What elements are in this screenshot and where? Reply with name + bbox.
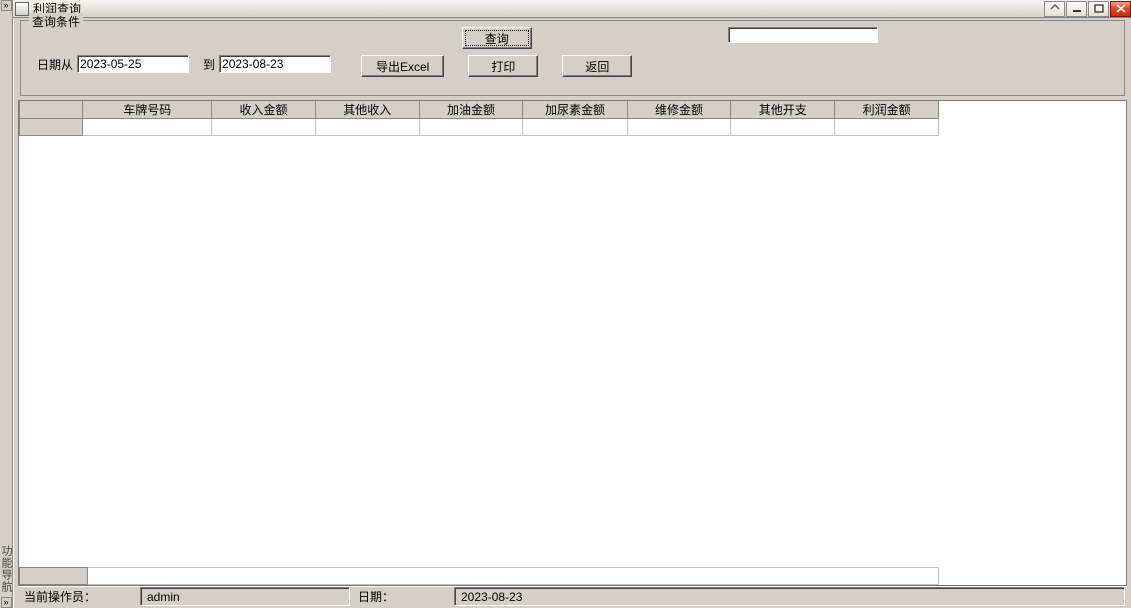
query-groupbox: 查询条件 查询 导出Excel 打印 返回 日期从 — [20, 20, 1125, 96]
col-repair[interactable]: 维修金额 — [627, 101, 731, 119]
status-bar: 当前操作员： admin 日期： 2023-08-23 — [18, 586, 1127, 606]
grid-container: 车牌号码 收入金额 其他收入 加油金额 加尿素金额 维修金额 其他开支 利润金额 — [18, 100, 1127, 586]
restore-up-button[interactable] — [1044, 1, 1065, 17]
window-icon — [15, 2, 29, 16]
row-header[interactable] — [20, 119, 83, 136]
maximize-button[interactable] — [1088, 1, 1109, 17]
col-license[interactable]: 车牌号码 — [83, 101, 212, 119]
col-fuel[interactable]: 加油金额 — [419, 101, 523, 119]
footer-row-header — [20, 568, 88, 585]
date-to-input[interactable] — [219, 55, 331, 73]
minimize-button[interactable] — [1066, 1, 1087, 17]
side-rail: » 功能导航 » — [0, 0, 13, 608]
status-operator-value: admin — [140, 587, 350, 606]
col-other-out[interactable]: 其他开支 — [731, 101, 835, 119]
col-other-in[interactable]: 其他收入 — [315, 101, 419, 119]
grid-table: 车牌号码 收入金额 其他收入 加油金额 加尿素金额 维修金额 其他开支 利润金额 — [19, 101, 939, 136]
grid-header: 车牌号码 收入金额 其他收入 加油金额 加尿素金额 维修金额 其他开支 利润金额 — [20, 101, 939, 119]
rail-label: 功能导航 — [0, 545, 14, 593]
cell[interactable] — [315, 119, 419, 136]
print-button[interactable]: 打印 — [468, 55, 538, 77]
col-profit[interactable]: 利润金额 — [835, 101, 939, 119]
date-to-label: 到 — [203, 56, 215, 73]
date-range-row: 日期从 到 — [37, 55, 331, 73]
title-bar: 利润查询 — [13, 0, 1131, 18]
footer-blank — [87, 568, 938, 585]
status-date-value: 2023-08-23 — [454, 587, 1125, 606]
cell[interactable] — [212, 119, 316, 136]
close-button[interactable] — [1110, 1, 1131, 17]
cell[interactable] — [731, 119, 835, 136]
col-income[interactable]: 收入金额 — [212, 101, 316, 119]
back-button[interactable]: 返回 — [562, 55, 632, 77]
rail-expand-bottom[interactable]: » — [1, 597, 12, 608]
cell[interactable] — [419, 119, 523, 136]
status-date-label: 日期： — [352, 587, 452, 606]
app-root: » 功能导航 » 利润查询 查询条件 — [0, 0, 1131, 608]
table-row[interactable] — [20, 119, 939, 136]
client-area: 查询条件 查询 导出Excel 打印 返回 日期从 — [13, 18, 1131, 608]
rail-expand-top[interactable]: » — [1, 0, 12, 11]
grid-corner — [20, 101, 83, 119]
grid-body — [20, 119, 939, 136]
export-excel-button[interactable]: 导出Excel — [361, 55, 444, 77]
cell[interactable] — [83, 119, 212, 136]
date-from-input[interactable] — [77, 55, 189, 73]
grid-footer-row — [20, 568, 939, 585]
col-urea[interactable]: 加尿素金额 — [523, 101, 627, 119]
status-operator-label: 当前操作员： — [18, 587, 138, 606]
date-from-label: 日期从 — [37, 56, 73, 73]
grid-footer — [19, 567, 1126, 585]
grid-header-row: 车牌号码 收入金额 其他收入 加油金额 加尿素金额 维修金额 其他开支 利润金额 — [20, 101, 939, 119]
main-pane: 利润查询 查询条件 查询 — [13, 0, 1131, 608]
cell[interactable] — [627, 119, 731, 136]
query-button[interactable]: 查询 — [462, 27, 532, 49]
cell[interactable] — [835, 119, 939, 136]
data-grid[interactable]: 车牌号码 收入金额 其他收入 加油金额 加尿素金额 维修金额 其他开支 利润金额 — [18, 100, 1127, 586]
cell[interactable] — [523, 119, 627, 136]
